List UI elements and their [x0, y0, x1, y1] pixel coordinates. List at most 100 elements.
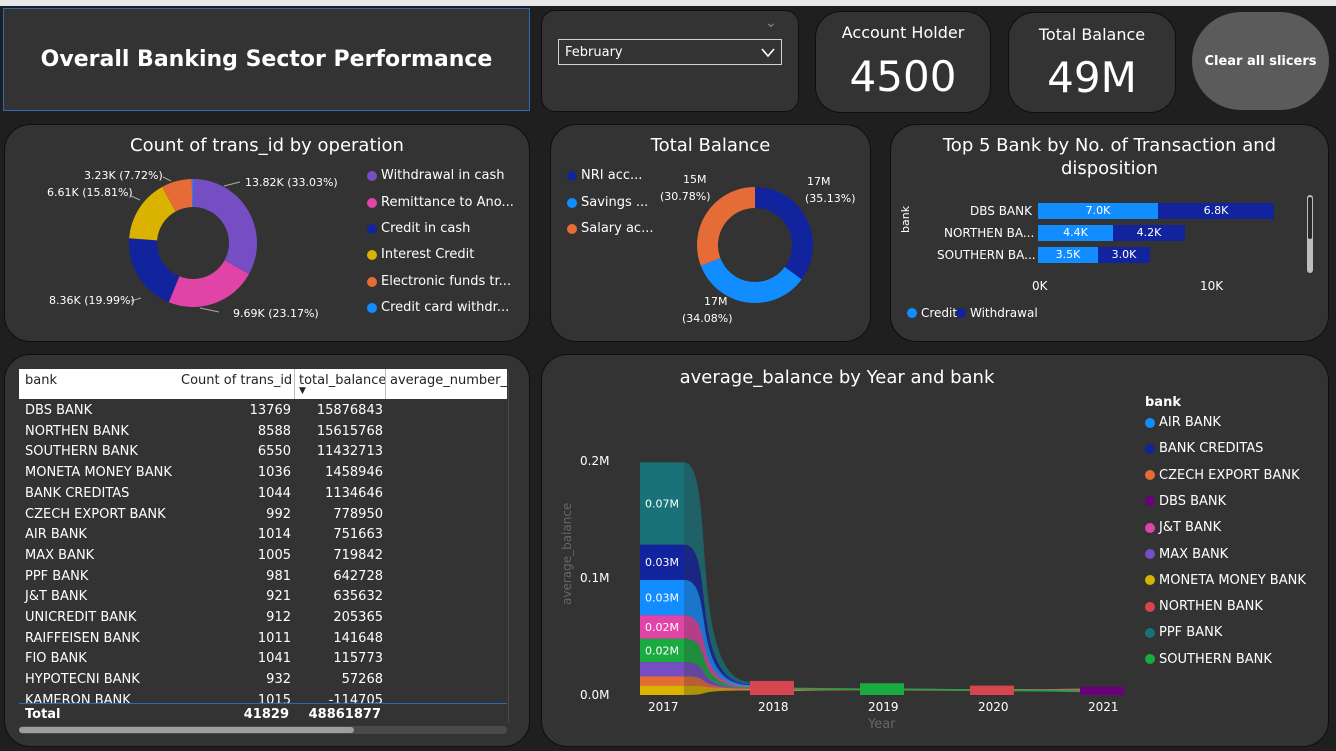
- column-header-count[interactable]: Count of trans_id: [181, 373, 292, 388]
- ribbon-legend-item[interactable]: PPF BANK: [1145, 625, 1222, 640]
- table-row[interactable]: NORTHEN BANK 8588 15615768: [19, 422, 507, 443]
- cell-count: 1005: [257, 547, 291, 563]
- ribbon-legend-item[interactable]: CZECH EXPORT BANK: [1145, 468, 1300, 483]
- donut-slice[interactable]: [129, 238, 180, 303]
- cell-bank: J&T BANK: [25, 589, 88, 605]
- ribbon-chart-panel: average_balance by Year and bank 0.07M 0.…: [541, 354, 1329, 747]
- cell-total-balance: 719842: [333, 547, 383, 563]
- ribbon-legend-item[interactable]: AIR BANK: [1145, 415, 1221, 430]
- title-card: Overall Banking Sector Performance: [3, 8, 530, 111]
- cell-bank: NORTHEN BANK: [25, 423, 129, 439]
- table-vertical-scrollbar[interactable]: [508, 369, 509, 724]
- ribbon-legend-item[interactable]: J&T BANK: [1145, 520, 1221, 535]
- table-row[interactable]: SOUTHERN BANK 6550 11432713: [19, 442, 507, 463]
- legend-label: MONETA MONEY BANK: [1159, 572, 1306, 588]
- table-row[interactable]: UNICREDIT BANK 912 205365: [19, 608, 507, 629]
- ribbon-legend-item[interactable]: BANK CREDITAS: [1145, 441, 1263, 456]
- clear-all-slicers-button[interactable]: Clear all slicers: [1192, 12, 1329, 110]
- column-header-bank[interactable]: bank: [25, 373, 57, 388]
- month-slicer-dropdown[interactable]: February: [558, 39, 782, 65]
- cell-total-balance: 642728: [333, 568, 383, 584]
- donut-slice[interactable]: [193, 179, 257, 274]
- legend-label: CZECH EXPORT BANK: [1159, 467, 1300, 483]
- x-tick-label: 0K: [1032, 279, 1048, 293]
- cell-total-balance: 57268: [341, 672, 383, 688]
- table-total-row: Total 41829 48861877: [19, 703, 507, 725]
- ribbon-segment[interactable]: [640, 685, 684, 695]
- legend-label: SOUTHERN BANK: [1159, 651, 1272, 667]
- ribbon-segment[interactable]: [1080, 686, 1124, 695]
- ribbon-segment[interactable]: [860, 683, 904, 695]
- table-row[interactable]: J&T BANK 921 635632: [19, 587, 507, 608]
- bar-withdrawal-northen[interactable]: 4.2K: [1113, 225, 1185, 241]
- cell-bank: AIR BANK: [25, 527, 87, 543]
- cell-bank: DBS BANK: [25, 403, 93, 418]
- legend-item-withdrawal[interactable]: Withdrawal in cash: [367, 168, 505, 183]
- cell-count: 13769: [249, 403, 291, 418]
- legend-item-credit-cash[interactable]: Credit in cash: [367, 221, 470, 236]
- x-tick-label: 10K: [1200, 279, 1224, 293]
- top5-bank-panel: Top 5 Bank by No. of Transaction and dis…: [890, 124, 1329, 342]
- scrollbar-thumb[interactable]: [1308, 197, 1312, 239]
- ribbon-legend-item[interactable]: DBS BANK: [1145, 494, 1226, 509]
- table-row[interactable]: FIO BANK 1041 115773: [19, 649, 507, 670]
- bar-value-label: 4.2K: [1136, 226, 1162, 239]
- ribbon-legend-item[interactable]: NORTHEN BANK: [1145, 599, 1263, 614]
- top5-scrollbar[interactable]: [1307, 195, 1313, 273]
- cell-total-balance: 205365: [333, 610, 383, 625]
- table-horizontal-scrollbar[interactable]: [19, 726, 507, 734]
- column-header-average[interactable]: average_number_o: [390, 373, 507, 388]
- legend-item-remittance[interactable]: Remittance to Ano...: [367, 195, 514, 210]
- table-row[interactable]: AIR BANK 1014 751663: [19, 525, 507, 546]
- legend-label: Electronic funds tr...: [381, 274, 512, 289]
- legend-item-electronic[interactable]: Electronic funds tr...: [367, 274, 511, 289]
- legend-dot: [367, 249, 377, 260]
- x-tick-label: 2021: [1088, 700, 1119, 714]
- column-header-total-balance[interactable]: total_balance: [299, 373, 386, 388]
- legend-dot: [1145, 522, 1155, 533]
- legend-dot: [956, 308, 966, 318]
- slice-label-nri-pct: (35.13%): [805, 192, 856, 205]
- ribbon-segment[interactable]: [640, 662, 684, 677]
- legend-item-nri[interactable]: NRI acc...: [567, 168, 642, 183]
- legend-dot: [367, 197, 377, 208]
- bar-withdrawal-southern[interactable]: 3.0K: [1098, 247, 1150, 263]
- table-row[interactable]: DBS BANK 13769 15876843: [19, 401, 507, 422]
- table-row[interactable]: MAX BANK 1005 719842: [19, 546, 507, 567]
- table-row[interactable]: HYPOTECNI BANK 932 57268: [19, 670, 507, 691]
- table-row[interactable]: CZECH EXPORT BANK 992 778950: [19, 505, 507, 526]
- table-row[interactable]: BANK CREDITAS 1044 1134646: [19, 484, 507, 505]
- cell-count: 1041: [257, 651, 291, 667]
- bar-credit-dbs[interactable]: 7.0K: [1038, 203, 1158, 219]
- scrollbar-thumb[interactable]: [19, 727, 354, 733]
- legend-dot: [1145, 443, 1155, 454]
- table-row[interactable]: RAIFFEISEN BANK 1011 141648: [19, 629, 507, 650]
- legend-label: Salary ac...: [581, 221, 654, 236]
- cell-bank: HYPOTECNI BANK: [25, 672, 140, 688]
- donut-slice[interactable]: [168, 260, 250, 307]
- window-top-strip: [0, 0, 1336, 6]
- legend-item-credit[interactable]: Credit: [907, 306, 957, 320]
- legend-item-savings[interactable]: Savings ...: [567, 195, 648, 210]
- bar-credit-northen[interactable]: 4.4K: [1038, 225, 1113, 241]
- table-row[interactable]: MONETA MONEY BANK 1036 1458946: [19, 463, 507, 484]
- cell-count: 992: [266, 506, 291, 522]
- cell-total-balance: 778950: [333, 506, 383, 522]
- sort-desc-icon[interactable]: ▼: [299, 386, 306, 396]
- ribbon-legend-item[interactable]: MAX BANK: [1145, 547, 1228, 562]
- ribbon-segment[interactable]: [640, 676, 684, 686]
- bar-withdrawal-dbs[interactable]: 6.8K: [1158, 203, 1274, 219]
- ribbon-legend-item[interactable]: SOUTHERN BANK: [1145, 652, 1272, 667]
- slicer-collapse-icon[interactable]: ⌄: [765, 15, 777, 31]
- legend-item-salary[interactable]: Salary ac...: [567, 221, 653, 236]
- cell-count: 1044: [257, 485, 291, 501]
- legend-item-withdrawal[interactable]: Withdrawal: [956, 306, 1038, 320]
- legend-dot: [367, 276, 377, 287]
- ribbon-segment[interactable]: [750, 680, 794, 695]
- ribbon-segment[interactable]: [970, 685, 1014, 695]
- legend-item-interest[interactable]: Interest Credit: [367, 247, 474, 262]
- bar-credit-southern[interactable]: 3.5K: [1038, 247, 1098, 263]
- legend-item-credit-card[interactable]: Credit card withdr...: [367, 300, 509, 315]
- table-row[interactable]: PPF BANK 981 642728: [19, 567, 507, 588]
- ribbon-legend-item[interactable]: MONETA MONEY BANK: [1145, 573, 1306, 588]
